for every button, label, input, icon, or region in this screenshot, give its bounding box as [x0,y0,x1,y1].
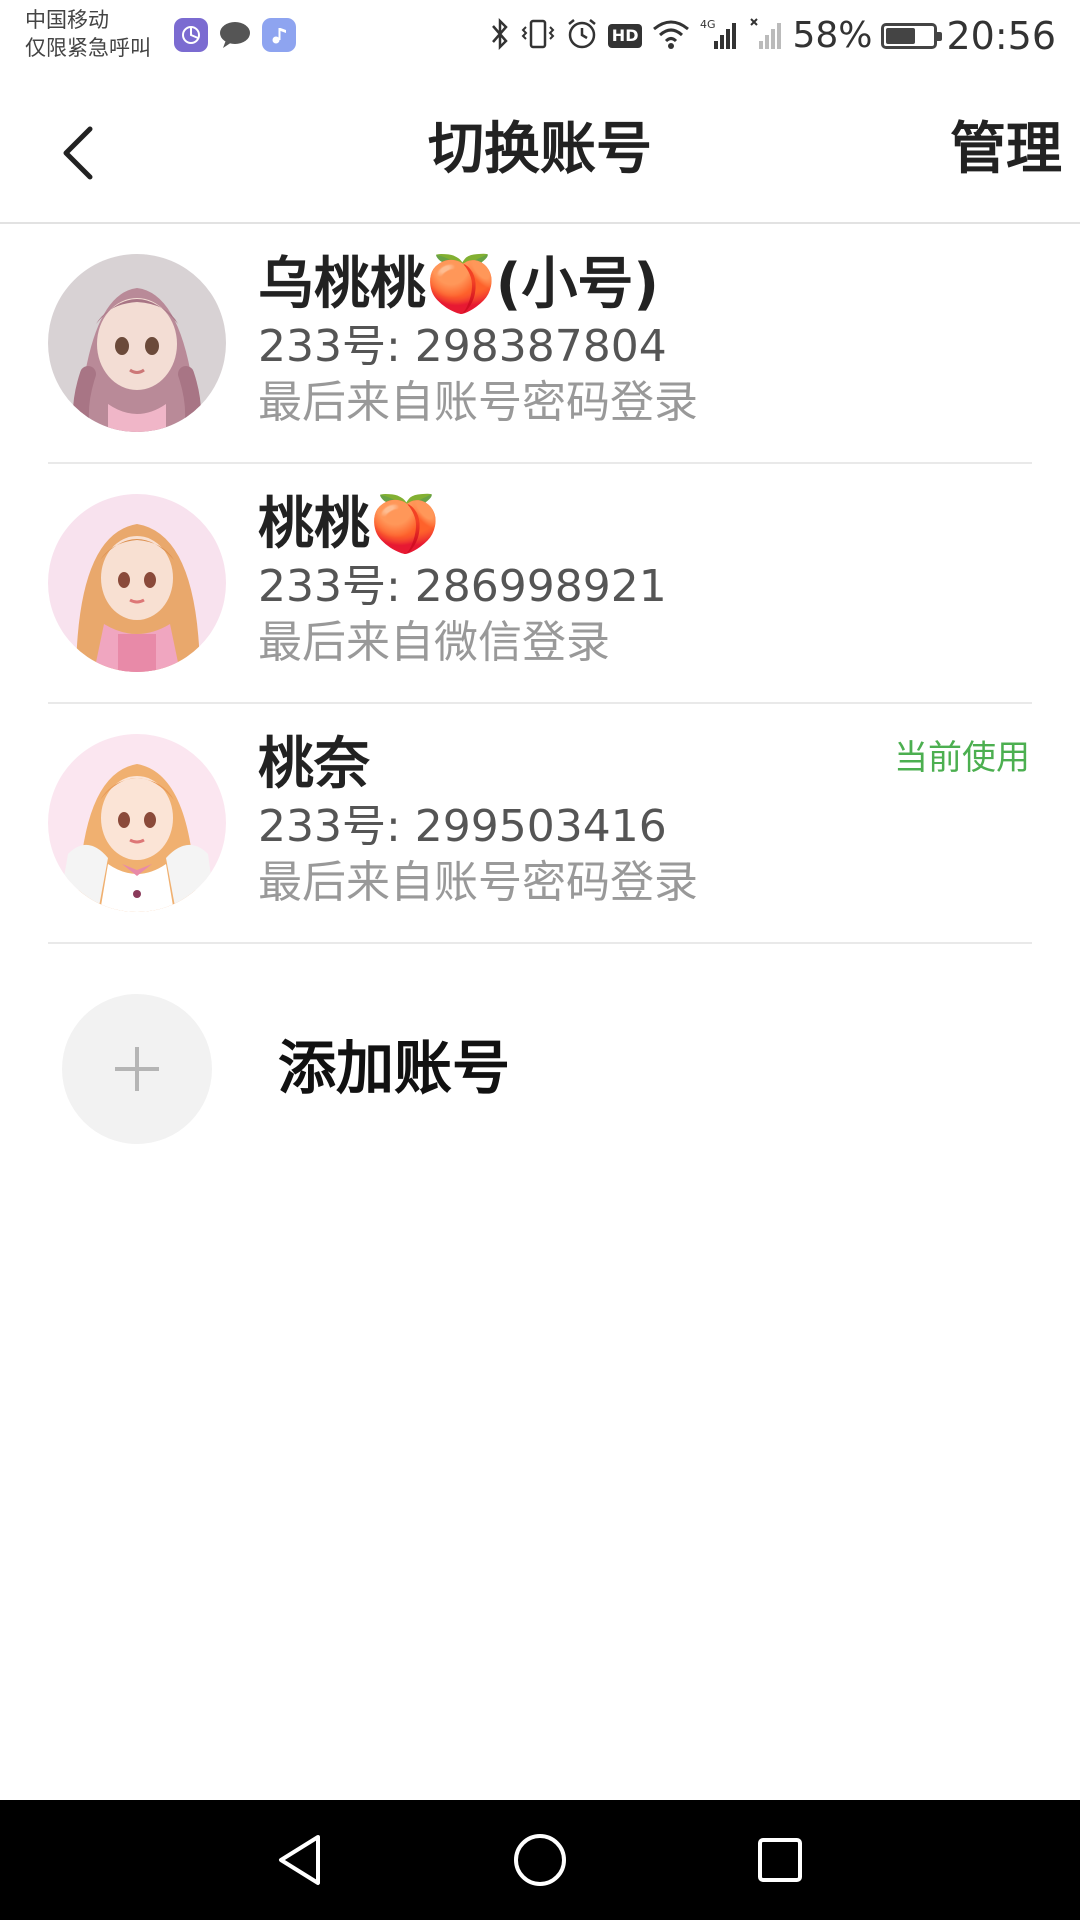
add-account-button[interactable]: 添加账号 [0,978,1080,1178]
account-name: 桃桃🍑 [258,492,440,557]
system-nav-bar [0,1800,1080,1920]
system-status: HD 4G 58% 20:56 [489,14,1056,58]
add-account-circle [62,994,212,1144]
avatar [48,254,226,432]
top-bar: 切换账号 管理 [0,78,1080,224]
carrier-status: 仅限紧急呼叫 [25,36,151,60]
divider [48,942,1032,944]
account-name: 桃奈 [258,732,370,797]
nav-recents-icon[interactable] [750,1830,810,1890]
account-name: 乌桃桃🍑(小号) [258,252,659,317]
battery-icon [881,23,943,49]
vibrate-icon [520,17,556,55]
add-account-label: 添加账号 [278,1034,511,1102]
signal-empty-icon [749,17,783,55]
status-bar: 中国移动 仅限紧急呼叫 HD 4G 58% 20:56 [0,0,1080,78]
account-id: 233号: 286998921 [258,561,667,612]
account-row[interactable]: 乌桃桃🍑(小号) 233号: 298387804 最后来自账号密码登录 [0,224,1080,464]
signal-4g-icon: 4G [700,17,740,55]
page-title: 切换账号 [428,117,652,182]
account-id: 233号: 299503416 [258,801,667,852]
battery-fill [886,28,916,44]
avatar [48,734,226,912]
music-note-icon [262,18,296,52]
carrier-name: 中国移动 [25,8,109,32]
battery-percent: 58% [792,15,873,56]
manage-button[interactable]: 管理 [950,110,1062,190]
nav-back-icon[interactable] [270,1830,330,1890]
plus-icon [115,1047,159,1091]
account-id: 233号: 298387804 [258,321,667,372]
svg-text:4G: 4G [700,18,716,31]
notification-icons [174,18,296,52]
account-list: 乌桃桃🍑(小号) 233号: 298387804 最后来自账号密码登录 桃桃🍑 … [0,224,1080,944]
bluetooth-icon [489,17,511,55]
account-row[interactable]: 桃桃🍑 233号: 286998921 最后来自微信登录 [0,464,1080,704]
carrier-info: 中国移动 仅限紧急呼叫 [25,6,151,62]
avatar [48,494,226,672]
account-login-method: 最后来自微信登录 [258,617,610,668]
current-account-badge: 当前使用 [894,738,1030,778]
wifi-icon [651,17,691,55]
chat-bubble-icon [218,18,252,52]
clock-time: 20:56 [946,14,1056,58]
alarm-icon [565,17,599,55]
account-row[interactable]: 桃奈 233号: 299503416 最后来自账号密码登录 当前使用 [0,704,1080,944]
account-login-method: 最后来自账号密码登录 [258,857,698,908]
hd-icon: HD [607,24,643,48]
fan-app-icon [174,18,208,52]
account-login-method: 最后来自账号密码登录 [258,377,698,428]
nav-home-icon[interactable] [510,1830,570,1890]
